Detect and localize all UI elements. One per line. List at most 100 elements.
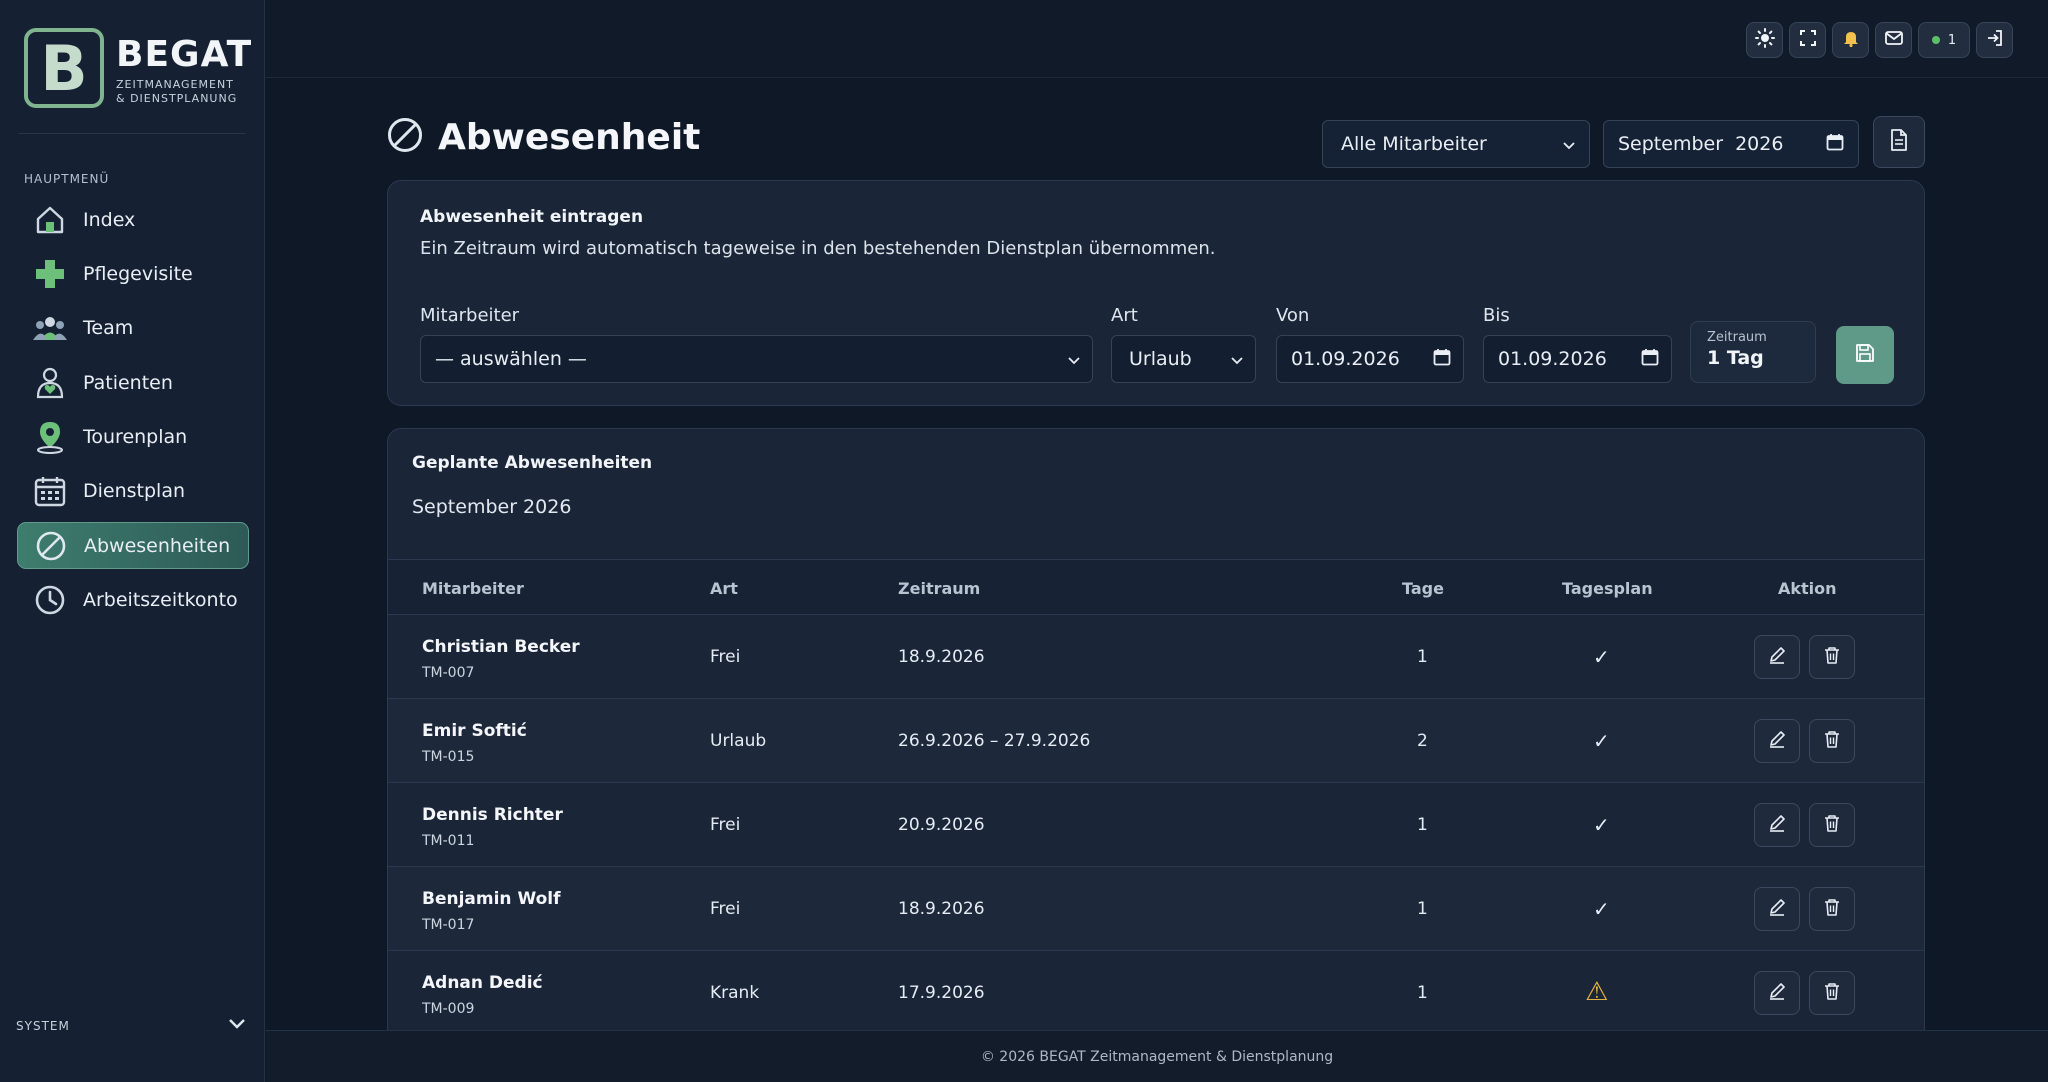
row-type: Urlaub (710, 731, 767, 751)
employee-select[interactable]: — auswählen — (420, 335, 1093, 383)
to-date-input[interactable]: 01.09.2026 (1483, 335, 1672, 383)
pencil-icon (1768, 814, 1786, 836)
absence-entry-card: Abwesenheit eintragen Ein Zeitraum wird … (387, 180, 1925, 406)
brand-name: BEGAT (116, 34, 253, 75)
row-employee-id: TM-015 (422, 749, 475, 765)
planned-month: September 2026 (412, 496, 572, 518)
row-type: Krank (710, 983, 760, 1003)
row-employee-name: Christian Becker (422, 637, 580, 657)
main-nav: Index Pflegevisite Team Patienten Touren… (17, 196, 249, 631)
sidebar-divider (18, 133, 246, 134)
sidebar-item-label: Dienstplan (83, 480, 186, 503)
trash-icon (1824, 898, 1840, 920)
brand-logo[interactable]: B BEGAT ZEITMANAGEMENT & DIENSTPLANUNG (24, 28, 251, 110)
menu-heading: HAUPTMENÜ (24, 172, 110, 186)
edit-button[interactable] (1754, 719, 1800, 763)
sidebar: B BEGAT ZEITMANAGEMENT & DIENSTPLANUNG H… (0, 0, 265, 1082)
sidebar-item-label: Team (83, 317, 134, 340)
sidebar-item-patienten[interactable]: Patienten (17, 359, 249, 406)
period-value: 1 Tag (1707, 347, 1764, 369)
row-employee-id: TM-009 (422, 1001, 475, 1017)
logo-mark: B (24, 28, 104, 108)
chevron-down-icon (1068, 348, 1080, 370)
fullscreen-button[interactable] (1789, 22, 1826, 58)
col-period: Zeitraum (898, 579, 981, 598)
row-employee-name: Adnan Dedić (422, 973, 543, 993)
delete-button[interactable] (1809, 803, 1855, 847)
row-type: Frei (710, 647, 741, 667)
sidebar-item-label: Index (83, 208, 136, 231)
sidebar-item-arbeitszeitkonto[interactable]: Arbeitszeitkonto (17, 577, 249, 624)
trash-icon (1824, 814, 1840, 836)
employee-filter-select[interactable]: Alle Mitarbeiter (1322, 120, 1590, 168)
clock-icon (33, 583, 67, 617)
row-period: 26.9.2026 – 27.9.2026 (898, 731, 1091, 751)
row-employee-id: TM-007 (422, 665, 475, 681)
type-select[interactable]: Urlaub (1111, 335, 1256, 383)
sidebar-item-dienstplan[interactable]: Dienstplan (17, 468, 249, 515)
from-date-input[interactable]: 01.09.2026 (1276, 335, 1464, 383)
col-dayplan: Tagesplan (1562, 579, 1653, 598)
entry-card-description: Ein Zeitraum wird automatisch tageweise … (420, 238, 1216, 259)
page-title: Abwesenheit (386, 116, 700, 158)
delete-button[interactable] (1809, 971, 1855, 1015)
employee-label: Mitarbeiter (420, 305, 520, 326)
type-label: Art (1111, 305, 1138, 326)
edit-button[interactable] (1754, 887, 1800, 931)
row-employee-name: Dennis Richter (422, 805, 563, 825)
table-row: Dennis Richter TM-011 Frei 20.9.2026 1 ✓ (388, 783, 1924, 867)
row-days: 1 (1417, 815, 1428, 835)
calendar-icon (1641, 348, 1659, 371)
logout-button[interactable] (1976, 22, 2013, 58)
online-count: 1 (1947, 32, 1957, 48)
notifications-button[interactable] (1832, 22, 1869, 58)
system-menu-toggle[interactable]: SYSTEM (16, 1018, 246, 1033)
period-label: Zeitraum (1707, 330, 1767, 345)
sidebar-item-abwesenheiten[interactable]: Abwesenheiten (17, 522, 249, 570)
delete-button[interactable] (1809, 635, 1855, 679)
theme-toggle-button[interactable] (1746, 22, 1783, 58)
trash-icon (1824, 730, 1840, 752)
export-document-button[interactable] (1873, 116, 1925, 168)
sidebar-item-label: Arbeitszeitkonto (83, 589, 238, 612)
pencil-icon (1768, 646, 1786, 668)
from-date-value: 01.09.2026 (1291, 348, 1400, 370)
sidebar-item-label: Pflegevisite (83, 262, 193, 285)
sidebar-item-label: Patienten (83, 371, 173, 394)
messages-button[interactable] (1875, 22, 1912, 58)
delete-button[interactable] (1809, 719, 1855, 763)
calendar-icon (1826, 133, 1844, 156)
entry-card-title: Abwesenheit eintragen (420, 207, 644, 227)
sidebar-item-team[interactable]: Team (17, 305, 249, 352)
edit-button[interactable] (1754, 635, 1800, 679)
trash-icon (1824, 646, 1840, 668)
sidebar-item-index[interactable]: Index (17, 196, 249, 243)
month-filter-value: September 2026 (1618, 133, 1784, 155)
row-period: 17.9.2026 (898, 983, 985, 1003)
online-users-button[interactable]: 1 (1918, 22, 1970, 58)
medical-cross-icon (33, 257, 67, 291)
delete-button[interactable] (1809, 887, 1855, 931)
row-days: 1 (1417, 899, 1428, 919)
pencil-icon (1768, 982, 1786, 1004)
page-title-text: Abwesenheit (438, 116, 701, 158)
system-label: SYSTEM (16, 1018, 70, 1033)
row-employee-name: Benjamin Wolf (422, 889, 561, 909)
save-absence-button[interactable] (1836, 326, 1894, 384)
col-action: Aktion (1778, 579, 1837, 598)
sidebar-item-pflegevisite[interactable]: Pflegevisite (17, 250, 249, 297)
save-icon (1855, 343, 1875, 367)
month-filter-input[interactable]: September 2026 (1603, 120, 1859, 168)
document-icon (1890, 129, 1908, 155)
planned-absences-card: Geplante Abwesenheiten September 2026 Mi… (387, 428, 1925, 1082)
map-pin-icon (33, 420, 67, 455)
sidebar-item-tourenplan[interactable]: Tourenplan (17, 414, 249, 461)
topbar: 1 (266, 0, 2048, 78)
row-days: 2 (1417, 731, 1428, 751)
check-icon: ✓ (1593, 645, 1610, 669)
calendar-icon (33, 474, 67, 508)
period-summary: Zeitraum 1 Tag (1690, 321, 1816, 383)
edit-button[interactable] (1754, 971, 1800, 1015)
edit-button[interactable] (1754, 803, 1800, 847)
mail-icon (1884, 31, 1903, 49)
